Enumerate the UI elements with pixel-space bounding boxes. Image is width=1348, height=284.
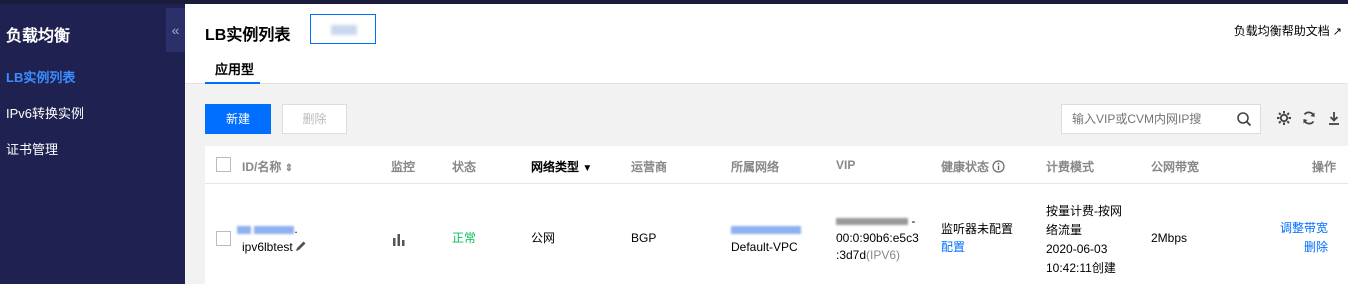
instance-id[interactable]: . bbox=[237, 220, 298, 239]
help-doc-label: 负载均衡帮助文档 bbox=[1233, 24, 1330, 38]
network-type-value: 公网 bbox=[531, 231, 556, 245]
billing-mode: 络流量 bbox=[1046, 223, 1083, 237]
column-network-type[interactable]: 网络类型 ▼ bbox=[531, 158, 592, 175]
select-all-checkbox[interactable] bbox=[216, 157, 231, 172]
instance-name: ipv6lbtest bbox=[242, 238, 307, 257]
monitor-chart-icon[interactable] bbox=[392, 232, 406, 246]
delete-link[interactable]: 删除 bbox=[1304, 238, 1328, 257]
vip-tag: (IPV6) bbox=[866, 248, 901, 262]
column-isp: 运营商 bbox=[631, 160, 668, 174]
health-status: 监听器未配置 bbox=[941, 222, 1014, 236]
vip-line: :3d7d(IPV6) bbox=[836, 246, 900, 265]
sidebar-item-certificates[interactable]: 证书管理 bbox=[6, 139, 58, 158]
search-box bbox=[1061, 104, 1261, 134]
configure-link[interactable]: 配置 bbox=[941, 238, 965, 257]
collapse-sidebar-icon[interactable]: « bbox=[166, 8, 185, 52]
tab-application[interactable]: 应用型 bbox=[205, 59, 261, 84]
row-checkbox[interactable] bbox=[216, 231, 231, 246]
vpc-id-blurred bbox=[731, 225, 801, 234]
edit-pencil-icon[interactable] bbox=[295, 240, 307, 252]
column-vpc: 所属网络 bbox=[731, 160, 780, 174]
vpc-name: Default-VPC bbox=[731, 240, 798, 254]
column-billing: 计费模式 bbox=[1046, 160, 1095, 174]
vip-blurred bbox=[836, 218, 908, 226]
sidebar-item-lb-list[interactable]: LB实例列表 bbox=[6, 67, 75, 86]
column-status: 状态 bbox=[452, 160, 477, 174]
sort-icon[interactable]: ⇕ bbox=[285, 163, 293, 174]
adjust-bandwidth-link[interactable]: 调整带宽 bbox=[1280, 219, 1328, 238]
region-selector[interactable] bbox=[310, 14, 376, 44]
region-blurred bbox=[331, 25, 357, 35]
sidebar-title: 负载均衡 bbox=[6, 28, 71, 45]
billing-mode: 按量计费-按网 bbox=[1046, 204, 1122, 218]
column-health: 健康状态 bbox=[941, 158, 1005, 175]
bandwidth-value: 2Mbps bbox=[1151, 231, 1188, 245]
page-title: LB实例列表 bbox=[205, 27, 291, 44]
vpc-id[interactable] bbox=[731, 220, 801, 239]
column-bandwidth: 公网带宽 bbox=[1151, 160, 1200, 174]
column-actions: 操作 bbox=[1312, 160, 1337, 174]
filter-icon[interactable]: ▼ bbox=[582, 163, 592, 174]
instance-name-label: ipv6lbtest bbox=[242, 240, 293, 254]
delete-button: 删除 bbox=[282, 104, 347, 134]
created-time: 10:42:11创建 bbox=[1046, 261, 1116, 275]
isp-value: BGP bbox=[631, 231, 657, 245]
settings-gear-icon[interactable] bbox=[1276, 110, 1292, 126]
table-header: ID/名称 ⇕ 监控 状态 网络类型 ▼ 运营商 所属网络 VIP 健康状态 计… bbox=[205, 146, 1348, 184]
created-date: 2020-06-03 bbox=[1046, 242, 1108, 256]
search-icon[interactable] bbox=[1236, 111, 1252, 127]
main-content: LB实例列表 负载均衡帮助文档↗ 应用型 新建 删除 ID/名称 ⇕ 监控 状态… bbox=[185, 4, 1348, 284]
column-network-type-label: 网络类型 bbox=[531, 160, 580, 174]
status-badge: 正常 bbox=[452, 231, 477, 245]
column-health-label: 健康状态 bbox=[941, 160, 990, 174]
vip-suffix: :3d7d bbox=[836, 248, 867, 262]
id-blurred bbox=[237, 225, 251, 234]
sidebar-item-ipv6-convert[interactable]: IPv6转换实例 bbox=[6, 103, 84, 122]
refresh-icon[interactable] bbox=[1301, 110, 1317, 126]
new-button[interactable]: 新建 bbox=[205, 104, 271, 134]
column-vip: VIP bbox=[836, 158, 856, 172]
info-icon[interactable] bbox=[992, 160, 1005, 173]
download-icon[interactable] bbox=[1326, 110, 1342, 126]
page-header: LB实例列表 负载均衡帮助文档 ↗ 应用型 bbox=[185, 4, 1348, 84]
lb-instance-table: ID/名称 ⇕ 监控 状态 网络类型 ▼ 运营商 所属网络 VIP 健康状态 计… bbox=[205, 146, 1348, 284]
column-id-name-label: ID/名称 bbox=[242, 160, 282, 174]
external-link-icon: ↗ bbox=[1332, 26, 1342, 38]
search-input[interactable] bbox=[1062, 105, 1222, 133]
column-monitor: 监控 bbox=[391, 160, 416, 174]
sidebar: 负载均衡 « LB实例列表 IPv6转换实例 证书管理 bbox=[0, 4, 185, 284]
id-blurred bbox=[254, 225, 295, 234]
column-id-name[interactable]: ID/名称 ⇕ bbox=[242, 158, 293, 175]
help-doc-link[interactable]: 负载均衡帮助文档 ↗ bbox=[1234, 22, 1342, 39]
